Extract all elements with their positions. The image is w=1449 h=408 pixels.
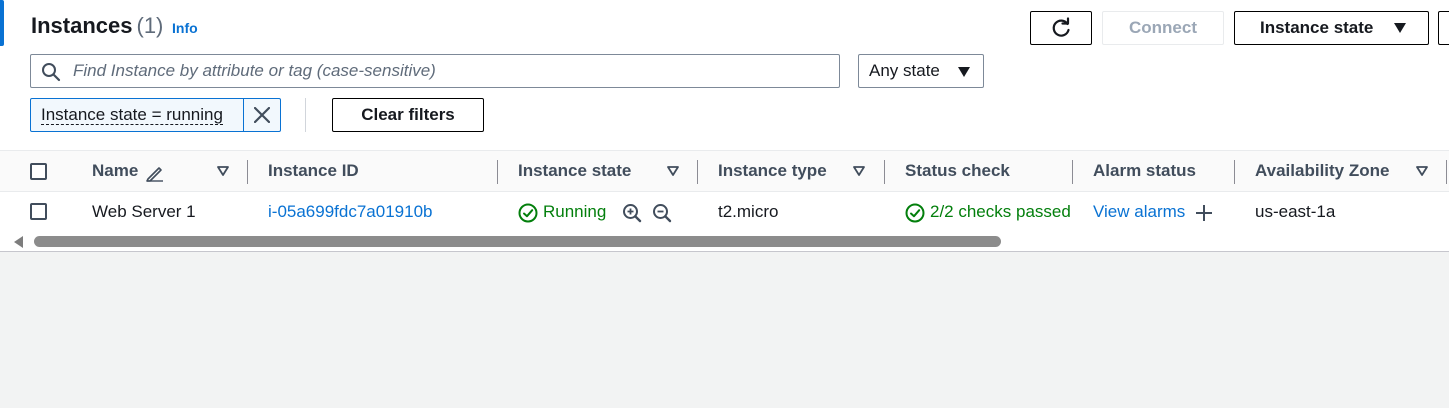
table-header: Name Instance ID Instance state Instance…	[0, 150, 1449, 192]
sort-caret-icon[interactable]	[853, 166, 865, 176]
column-divider[interactable]	[247, 160, 248, 184]
connect-button[interactable]: Connect	[1102, 11, 1224, 45]
caret-down-icon	[958, 67, 970, 77]
instance-id-link[interactable]: i-05a699fdc7a01910b	[268, 202, 432, 222]
info-link[interactable]: Info	[172, 20, 198, 36]
state-filter-value: Any state	[869, 61, 940, 80]
column-divider[interactable]	[697, 160, 698, 184]
cell-instance-state: Running	[543, 202, 607, 221]
status-success-icon	[518, 203, 538, 223]
page-title-text: Instances	[31, 13, 133, 38]
add-alarm-icon[interactable]	[1194, 203, 1214, 223]
close-icon	[254, 107, 271, 123]
column-header-name[interactable]: Name	[92, 161, 138, 181]
scroll-left-arrow-icon[interactable]	[13, 236, 23, 248]
column-header-instance-type[interactable]: Instance type	[718, 161, 827, 181]
clear-filters-button[interactable]: Clear filters	[332, 98, 484, 132]
refresh-button[interactable]	[1030, 11, 1092, 45]
cell-instance-type: t2.micro	[718, 202, 779, 221]
instance-state-button-label: Instance state	[1260, 18, 1374, 37]
instance-state-button[interactable]: Instance state	[1234, 11, 1429, 45]
zoom-out-icon[interactable]	[652, 203, 672, 223]
column-divider[interactable]	[1072, 160, 1073, 184]
search-icon	[42, 63, 61, 82]
search-box[interactable]	[30, 54, 840, 88]
zoom-in-icon[interactable]	[622, 203, 642, 223]
horizontal-scrollbar-thumb[interactable]	[34, 236, 1001, 247]
column-header-instance-id[interactable]: Instance ID	[268, 161, 359, 181]
caret-down-icon	[1394, 23, 1406, 33]
sort-caret-icon[interactable]	[1416, 166, 1428, 176]
status-check-success-icon	[905, 203, 925, 223]
filter-token[interactable]: Instance state = running	[30, 98, 281, 132]
sort-caret-icon[interactable]	[217, 166, 229, 176]
filter-divider	[305, 98, 306, 132]
instances-panel: Instances (1) Info Connect Instance state…	[0, 0, 1449, 252]
column-divider[interactable]	[1446, 160, 1447, 184]
search-input[interactable]	[71, 59, 831, 83]
remove-filter-button[interactable]	[243, 99, 280, 131]
instance-count: (1)	[136, 13, 164, 38]
column-divider[interactable]	[884, 160, 885, 184]
column-header-availability-zone[interactable]: Availability Zone	[1255, 161, 1389, 181]
state-filter-select[interactable]: Any state	[858, 54, 984, 88]
row-checkbox[interactable]	[30, 203, 47, 220]
cell-status-check: 2/2 checks passed	[930, 202, 1071, 221]
cell-availability-zone: us-east-1a	[1255, 202, 1336, 221]
refresh-icon	[1052, 17, 1070, 37]
select-all-checkbox[interactable]	[30, 163, 47, 180]
cell-name: Web Server 1	[92, 202, 196, 221]
sort-caret-icon[interactable]	[667, 166, 679, 176]
edit-pencil-icon	[146, 167, 163, 182]
column-divider[interactable]	[497, 160, 498, 184]
active-accent-bar	[0, 0, 4, 46]
filter-token-label[interactable]: Instance state = running	[31, 99, 243, 131]
column-divider[interactable]	[1234, 160, 1235, 184]
page-title: Instances (1)	[31, 13, 163, 39]
column-header-alarm-status[interactable]: Alarm status	[1093, 161, 1196, 181]
view-alarms-link[interactable]: View alarms	[1093, 202, 1185, 222]
column-header-status-check[interactable]: Status check	[905, 161, 1010, 181]
column-header-instance-state[interactable]: Instance state	[518, 161, 631, 181]
actions-button-partial[interactable]	[1438, 11, 1449, 45]
table-row[interactable]: Web Server 1 i-05a699fdc7a01910b Running…	[0, 192, 1449, 232]
